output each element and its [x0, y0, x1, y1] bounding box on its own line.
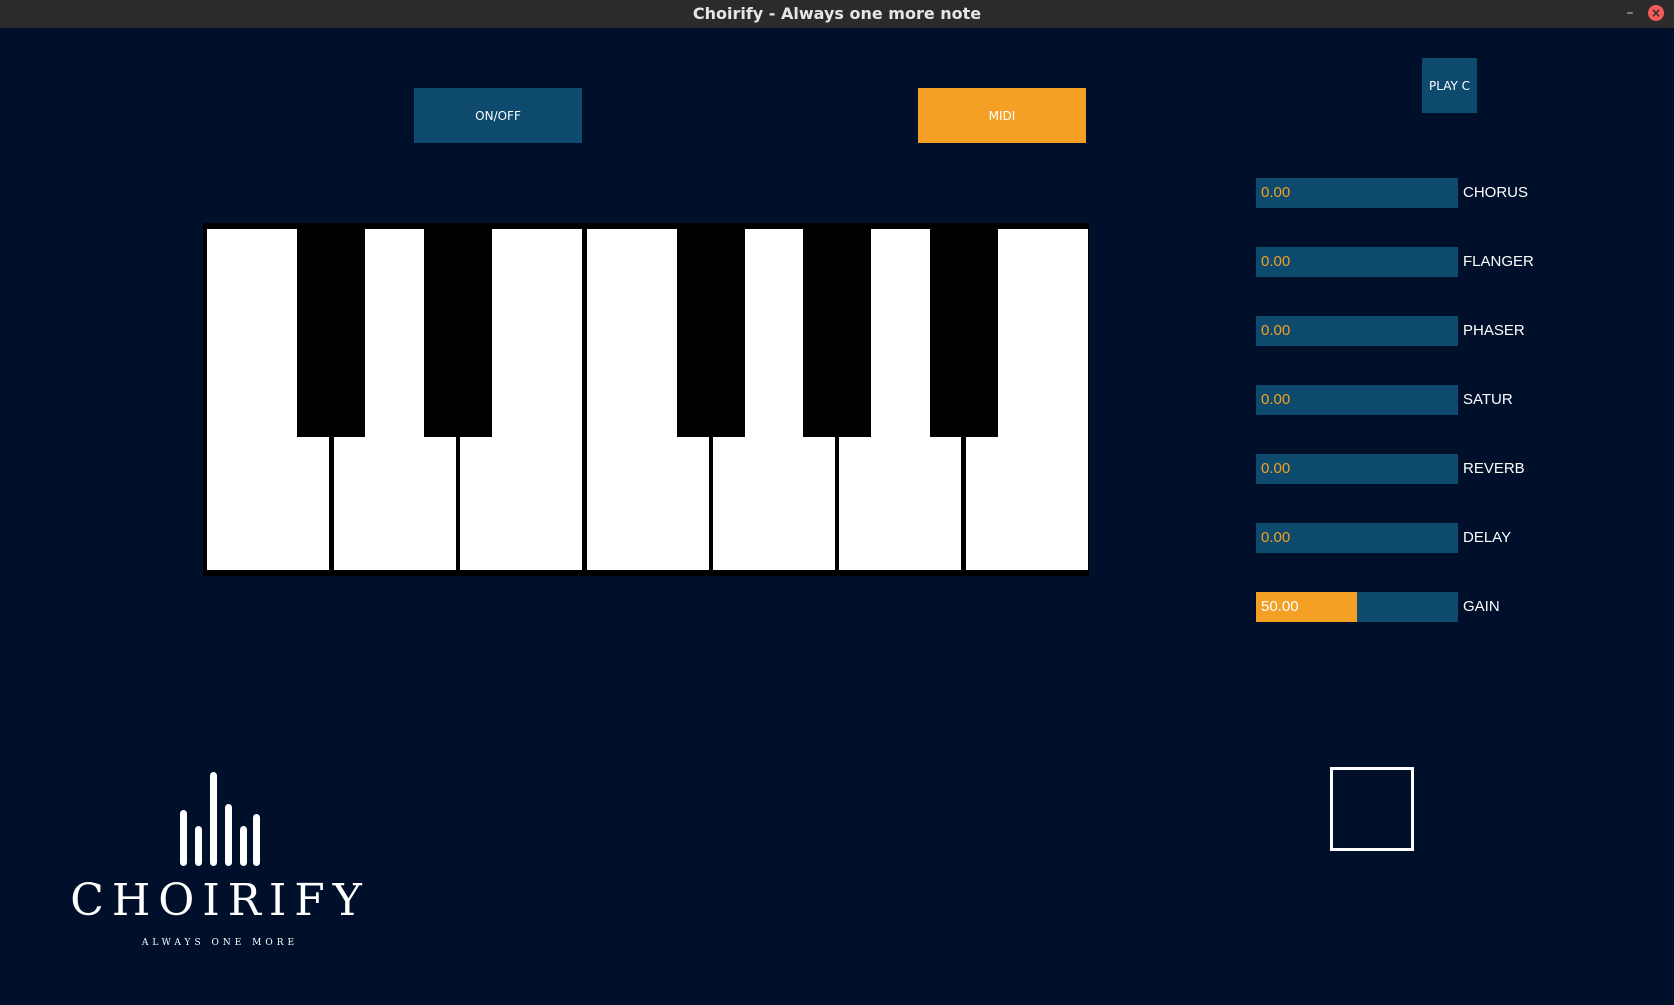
- reverb-slider[interactable]: 0.00: [1256, 454, 1458, 484]
- gain-label: GAIN: [1463, 598, 1500, 615]
- logo-bar: [195, 826, 202, 866]
- midi-button[interactable]: MIDI: [918, 88, 1086, 143]
- logo-bar: [225, 804, 232, 866]
- delay-value: 0.00: [1261, 529, 1291, 546]
- phaser-slider[interactable]: 0.00: [1256, 316, 1458, 346]
- logo-bar: [253, 814, 260, 866]
- flanger-label: FLANGER: [1463, 253, 1534, 270]
- window-title: Choirify - Always one more note: [692, 4, 982, 23]
- logo-bars-icon: [180, 770, 260, 866]
- flanger-value: 0.00: [1261, 253, 1291, 270]
- logo-bar: [180, 810, 187, 866]
- title-bar: Choirify - Always one more note – ×: [0, 0, 1674, 28]
- choirify-logo: CHOIRIFY ALWAYS ONE MORE: [70, 770, 370, 950]
- satur-value: 0.00: [1261, 391, 1291, 408]
- phaser-value: 0.00: [1261, 322, 1291, 339]
- close-icon[interactable]: ×: [1648, 5, 1664, 21]
- effect-row-chorus: 0.00 CHORUS: [1256, 178, 1556, 208]
- chorus-label: CHORUS: [1463, 184, 1529, 201]
- effect-row-satur: 0.00 SATUR: [1256, 385, 1556, 415]
- chorus-slider[interactable]: 0.00: [1256, 178, 1458, 208]
- gain-slider[interactable]: 50.00: [1256, 592, 1458, 622]
- delay-slider[interactable]: 0.00: [1256, 523, 1458, 553]
- output-square: [1330, 767, 1414, 851]
- logo-wordmark: CHOIRIFY: [70, 875, 370, 926]
- piano-keyboard: [203, 223, 1089, 576]
- flanger-slider[interactable]: 0.00: [1256, 247, 1458, 277]
- on-off-button[interactable]: ON/OFF: [414, 88, 582, 143]
- reverb-label: REVERB: [1463, 460, 1525, 477]
- chorus-value: 0.00: [1261, 184, 1291, 201]
- effect-row-gain: 50.00 GAIN: [1256, 592, 1556, 622]
- satur-slider[interactable]: 0.00: [1256, 385, 1458, 415]
- black-key-d-sharp[interactable]: [424, 223, 492, 437]
- logo-bar: [240, 826, 247, 866]
- black-key-f-sharp[interactable]: [677, 223, 745, 437]
- minimize-icon[interactable]: –: [1622, 4, 1638, 22]
- effect-row-delay: 0.00 DELAY: [1256, 523, 1556, 553]
- effect-row-flanger: 0.00 FLANGER: [1256, 247, 1556, 277]
- play-c-button[interactable]: PLAY C: [1422, 58, 1477, 113]
- black-key-c-sharp[interactable]: [297, 223, 365, 437]
- effect-row-phaser: 0.00 PHASER: [1256, 316, 1556, 346]
- effect-row-reverb: 0.00 REVERB: [1256, 454, 1556, 484]
- black-key-g-sharp[interactable]: [803, 223, 871, 437]
- gain-value: 50.00: [1261, 598, 1299, 615]
- logo-tagline: ALWAYS ONE MORE: [141, 938, 299, 948]
- delay-label: DELAY: [1463, 529, 1512, 546]
- phaser-label: PHASER: [1463, 322, 1525, 339]
- reverb-value: 0.00: [1261, 460, 1291, 477]
- black-key-a-sharp[interactable]: [930, 223, 998, 437]
- logo-bar: [210, 772, 217, 866]
- satur-label: SATUR: [1463, 391, 1513, 408]
